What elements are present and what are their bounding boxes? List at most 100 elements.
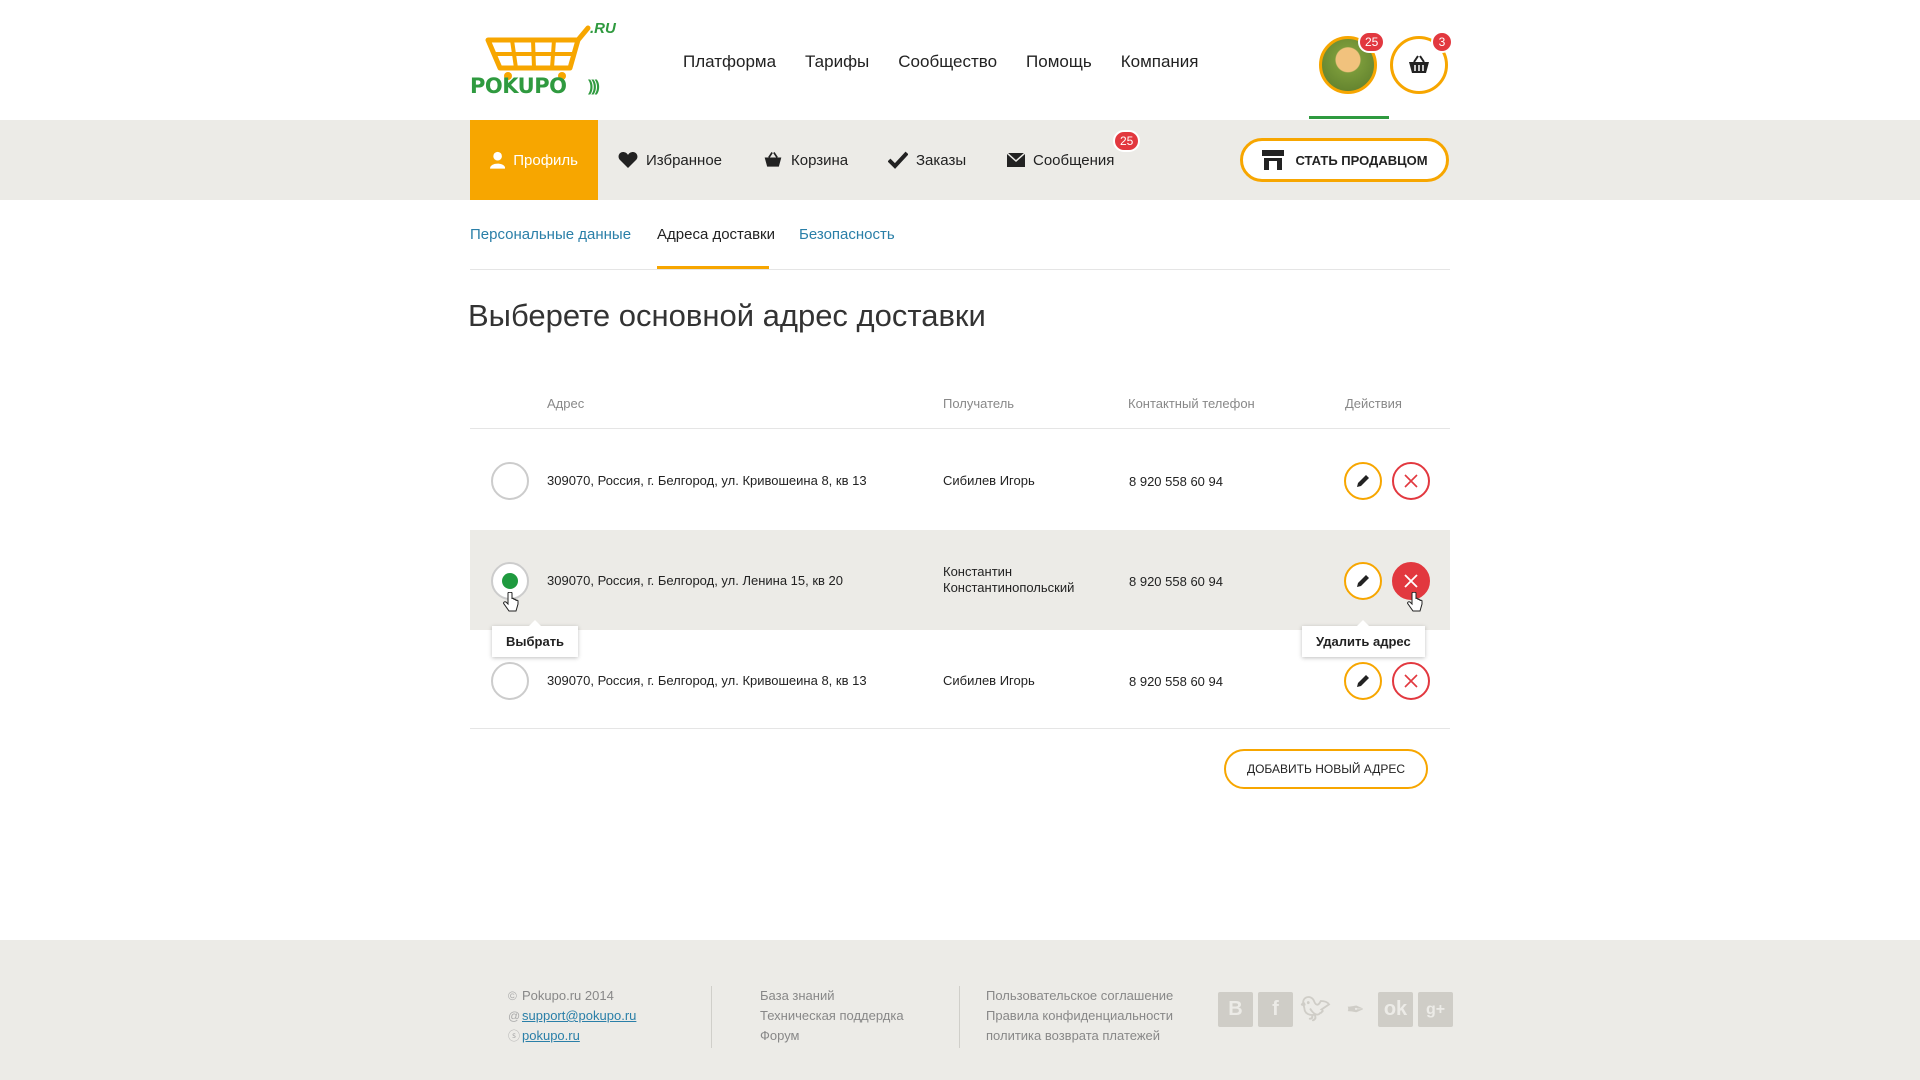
site-footer: © Pokupo.ru 2014 @ support@pokupo.ru ⓢ poku… <box>0 940 1920 1080</box>
nav-community[interactable]: Сообщество <box>898 52 997 72</box>
subnav-label: Избранное <box>646 151 723 169</box>
close-icon <box>1404 474 1418 488</box>
account-nav: Профиль Избранное Корзина Заказы Сообщен… <box>0 120 1920 200</box>
logo-text: POKUPO <box>470 74 567 98</box>
phone-cell: 8 920 558 60 94 <box>1129 574 1223 589</box>
close-icon <box>1404 574 1418 588</box>
subnav-label: Корзина <box>791 151 849 169</box>
delete-address-button[interactable] <box>1392 462 1430 500</box>
footer-divider <box>959 986 960 1048</box>
footer-link[interactable]: Правила конфиденциальности <box>986 1006 1173 1026</box>
select-tooltip: Выбрать <box>492 620 579 657</box>
cart-badge: 3 <box>1431 31 1453 53</box>
column-header-recipient: Получатель <box>943 396 1015 411</box>
vk-icon[interactable]: B <box>1218 992 1253 1027</box>
subnav-messages[interactable]: Сообщения 25 <box>1007 120 1141 200</box>
select-address-radio[interactable] <box>491 462 529 500</box>
odnoklassniki-icon[interactable]: ok <box>1378 992 1413 1027</box>
subnav-label: Заказы <box>916 151 967 169</box>
subnav-orders[interactable]: Заказы <box>888 120 966 200</box>
edit-address-button[interactable] <box>1344 462 1382 500</box>
phone-cell: 8 920 558 60 94 <box>1129 474 1223 489</box>
footer-link[interactable]: База знаний <box>760 986 904 1006</box>
table-row: 309070, Россия, г. Белгород, ул. Кривоше… <box>470 430 1450 530</box>
edit-address-button[interactable] <box>1344 662 1382 700</box>
footer-email-link[interactable]: support@pokupo.ru <box>522 1008 636 1023</box>
footer-contacts: © Pokupo.ru 2014 @ support@pokupo.ru ⓢ poku… <box>508 986 636 1046</box>
hand-cursor-icon <box>1407 592 1423 612</box>
avatar-badge: 25 <box>1358 31 1386 53</box>
recipient-cell: Константин Константинопольский <box>943 564 1074 596</box>
hand-cursor-icon <box>503 592 519 612</box>
address-cell: 309070, Россия, г. Белгород, ул. Ленина … <box>547 573 844 588</box>
column-header-actions: Действия <box>1345 396 1402 411</box>
waves-icon: ))) <box>588 78 600 95</box>
tab-personal-data[interactable]: Персональные данные <box>470 226 631 243</box>
nav-platform[interactable]: Платформа <box>683 52 776 72</box>
nav-tariffs[interactable]: Тарифы <box>805 52 869 72</box>
table-header-divider <box>470 428 1450 429</box>
cart-button[interactable]: 3 <box>1390 31 1453 94</box>
copyright-icon: © <box>508 989 517 1003</box>
basket-icon <box>764 152 782 167</box>
subnav-label: Профиль <box>513 151 578 169</box>
skype-icon: ⓢ <box>508 1029 521 1043</box>
become-seller-button[interactable]: СТАТЬ ПРОДАВЦОМ <box>1240 138 1449 182</box>
add-address-button[interactable]: ДОБАВИТЬ НОВЫЙ АДРЕС <box>1224 749 1428 789</box>
facebook-icon[interactable]: f <box>1258 992 1293 1027</box>
footer-link[interactable]: Техническая поддердка <box>760 1006 904 1026</box>
subnav-favorites[interactable]: Избранное <box>618 120 722 200</box>
footer-link[interactable]: Пользовательское соглашение <box>986 986 1173 1006</box>
check-icon <box>888 151 908 169</box>
messages-badge: 25 <box>1113 130 1141 152</box>
table-bottom-divider <box>470 728 1450 729</box>
nav-company[interactable]: Компания <box>1121 52 1199 72</box>
logo-suffix: .RU <box>590 20 616 37</box>
address-cell: 309070, Россия, г. Белгород, ул. Кривоше… <box>547 673 867 688</box>
basket-icon <box>1409 55 1429 73</box>
column-header-address: Адрес <box>547 396 585 411</box>
footer-link[interactable]: политика возврата платежей <box>986 1026 1173 1046</box>
at-icon: @ <box>508 1009 521 1023</box>
close-icon <box>1404 674 1418 688</box>
googleplus-icon[interactable]: g+ <box>1418 992 1453 1027</box>
footer-link[interactable]: Форум <box>760 1026 904 1046</box>
user-avatar[interactable]: 25 <box>1319 31 1386 94</box>
avatar-active-indicator <box>1309 116 1389 119</box>
recipient-second-line: Константинопольский <box>943 580 1075 595</box>
subnav-cart[interactable]: Корзина <box>763 120 848 200</box>
main-nav: Платформа Тарифы Сообщество Помощь Компа… <box>683 52 1228 72</box>
edit-address-button[interactable] <box>1344 562 1382 600</box>
tab-delivery-addresses[interactable]: Адреса доставки <box>657 226 775 243</box>
recipient-cell: Сибилев Игорь <box>943 673 1035 688</box>
footer-divider <box>711 986 712 1048</box>
subnav-label: Сообщения <box>1033 151 1115 169</box>
footer-legal-links: Пользовательское соглашение Правила конф… <box>986 986 1173 1046</box>
feather-icon[interactable]: ✒︎ <box>1338 992 1373 1027</box>
become-seller-label: СТАТЬ ПРОДАВЦОМ <box>1295 152 1428 168</box>
nav-help[interactable]: Помощь <box>1026 52 1092 72</box>
footer-copyright: Pokupo.ru 2014 <box>522 988 614 1003</box>
footer-skype-link[interactable]: pokupo.ru <box>522 1028 580 1043</box>
tab-security[interactable]: Безопасность <box>799 226 895 243</box>
user-icon <box>490 151 506 169</box>
heart-icon <box>618 152 638 168</box>
social-links: B f 🐦︎ ✒︎ ok g+ <box>1218 992 1453 1027</box>
table-row: 309070, Россия, г. Белгород, ул. Ленина … <box>470 530 1450 630</box>
active-tab-underline <box>657 266 769 269</box>
pencil-icon <box>1357 475 1369 487</box>
delete-address-button[interactable] <box>1392 662 1430 700</box>
logo[interactable]: .RU POKUPO ))) <box>470 20 620 100</box>
profile-tabs: Персональные данные Адреса доставки Безо… <box>470 200 1450 270</box>
page-title: Выберете основной адрес доставки <box>468 298 986 333</box>
phone-cell: 8 920 558 60 94 <box>1129 674 1223 689</box>
subnav-profile[interactable]: Профиль <box>470 120 598 200</box>
twitter-icon[interactable]: 🐦︎ <box>1298 992 1333 1027</box>
pencil-icon <box>1357 575 1369 587</box>
cart-logo-icon <box>485 25 591 80</box>
pencil-icon <box>1357 675 1369 687</box>
recipient-first-line: Константин <box>943 564 1013 579</box>
column-header-phone: Контактный телефон <box>1128 396 1255 411</box>
select-address-radio[interactable] <box>491 662 529 700</box>
radio-selected-dot <box>502 573 518 589</box>
